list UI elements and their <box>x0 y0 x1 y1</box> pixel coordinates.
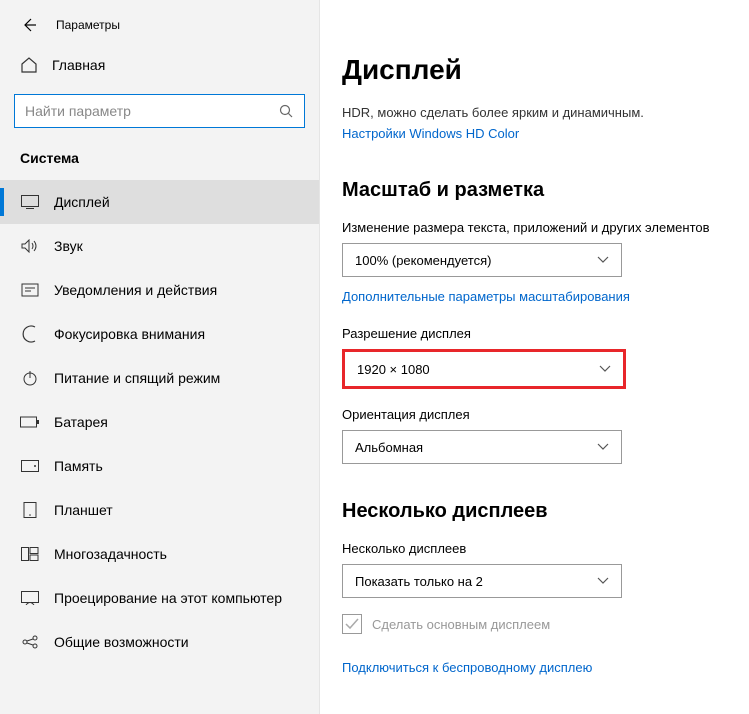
multi-value: Показать только на 2 <box>355 574 483 589</box>
hdr-info-text: HDR, можно сделать более ярким и динамич… <box>342 104 727 122</box>
power-icon <box>20 368 40 388</box>
search-icon <box>278 103 294 119</box>
resolution-label: Разрешение дисплея <box>342 326 727 341</box>
window-header: Параметры <box>0 0 319 44</box>
checkbox-icon <box>342 614 362 634</box>
search-box[interactable] <box>14 94 305 128</box>
home-nav-item[interactable]: Главная <box>0 44 319 86</box>
make-primary-label: Сделать основным дисплеем <box>372 617 550 632</box>
app-title: Параметры <box>56 18 120 32</box>
chevron-down-icon <box>597 577 609 585</box>
nav-item-power[interactable]: Питание и спящий режим <box>0 356 319 400</box>
search-input[interactable] <box>25 103 278 119</box>
chevron-down-icon <box>597 256 609 264</box>
battery-icon <box>20 412 40 432</box>
nav-item-shared[interactable]: Общие возможности <box>0 620 319 664</box>
nav-item-tablet[interactable]: Планшет <box>0 488 319 532</box>
projecting-icon <box>20 588 40 608</box>
advanced-scaling-link[interactable]: Дополнительные параметры масштабирования <box>342 289 630 304</box>
nav-label: Память <box>54 458 103 474</box>
nav-label: Уведомления и действия <box>54 282 217 298</box>
focus-icon <box>20 324 40 344</box>
sidebar: Параметры Главная Система Дисплей Звук У… <box>0 0 320 714</box>
nav-label: Звук <box>54 238 83 254</box>
arrow-left-icon <box>21 17 37 33</box>
hdr-settings-link[interactable]: Настройки Windows HD Color <box>342 126 519 141</box>
scale-label: Изменение размера текста, приложений и д… <box>342 220 727 235</box>
nav-label: Планшет <box>54 502 113 518</box>
display-icon <box>20 192 40 212</box>
scale-dropdown[interactable]: 100% (рекомендуется) <box>342 243 622 277</box>
multi-section-heading: Несколько дисплеев <box>342 500 727 523</box>
storage-icon <box>20 456 40 476</box>
nav-label: Фокусировка внимания <box>54 326 205 342</box>
wireless-display-link[interactable]: Подключиться к беспроводному дисплею <box>342 660 592 675</box>
multitasking-icon <box>20 544 40 564</box>
nav-item-focus[interactable]: Фокусировка внимания <box>0 312 319 356</box>
home-label: Главная <box>52 57 105 73</box>
chevron-down-icon <box>597 443 609 451</box>
nav-item-sound[interactable]: Звук <box>0 224 319 268</box>
home-icon <box>20 56 38 74</box>
nav-label: Батарея <box>54 414 108 430</box>
nav-item-display[interactable]: Дисплей <box>0 180 319 224</box>
multi-display-dropdown[interactable]: Показать только на 2 <box>342 564 622 598</box>
nav-label: Дисплей <box>54 194 110 210</box>
nav-item-storage[interactable]: Память <box>0 444 319 488</box>
scale-section-heading: Масштаб и разметка <box>342 179 727 202</box>
section-title: Система <box>0 144 319 180</box>
notifications-icon <box>20 280 40 300</box>
page-title: Дисплей <box>342 54 727 86</box>
nav-item-notifications[interactable]: Уведомления и действия <box>0 268 319 312</box>
shared-icon <box>20 632 40 652</box>
make-primary-checkbox: Сделать основным дисплеем <box>342 614 727 634</box>
resolution-value: 1920 × 1080 <box>357 362 430 377</box>
nav-label: Питание и спящий режим <box>54 370 220 386</box>
tablet-icon <box>20 500 40 520</box>
sound-icon <box>20 236 40 256</box>
nav-label: Многозадачность <box>54 546 167 562</box>
chevron-down-icon <box>599 365 611 373</box>
orientation-value: Альбомная <box>355 440 423 455</box>
scale-value: 100% (рекомендуется) <box>355 253 491 268</box>
back-button[interactable] <box>20 16 38 34</box>
nav-label: Проецирование на этот компьютер <box>54 590 282 606</box>
resolution-dropdown[interactable]: 1920 × 1080 <box>342 349 626 389</box>
main-content: Дисплей HDR, можно сделать более ярким и… <box>320 0 749 714</box>
nav-item-battery[interactable]: Батарея <box>0 400 319 444</box>
multi-label: Несколько дисплеев <box>342 541 727 556</box>
nav-label: Общие возможности <box>54 634 189 650</box>
nav-item-projecting[interactable]: Проецирование на этот компьютер <box>0 576 319 620</box>
orientation-label: Ориентация дисплея <box>342 407 727 422</box>
orientation-dropdown[interactable]: Альбомная <box>342 430 622 464</box>
nav-item-multitasking[interactable]: Многозадачность <box>0 532 319 576</box>
